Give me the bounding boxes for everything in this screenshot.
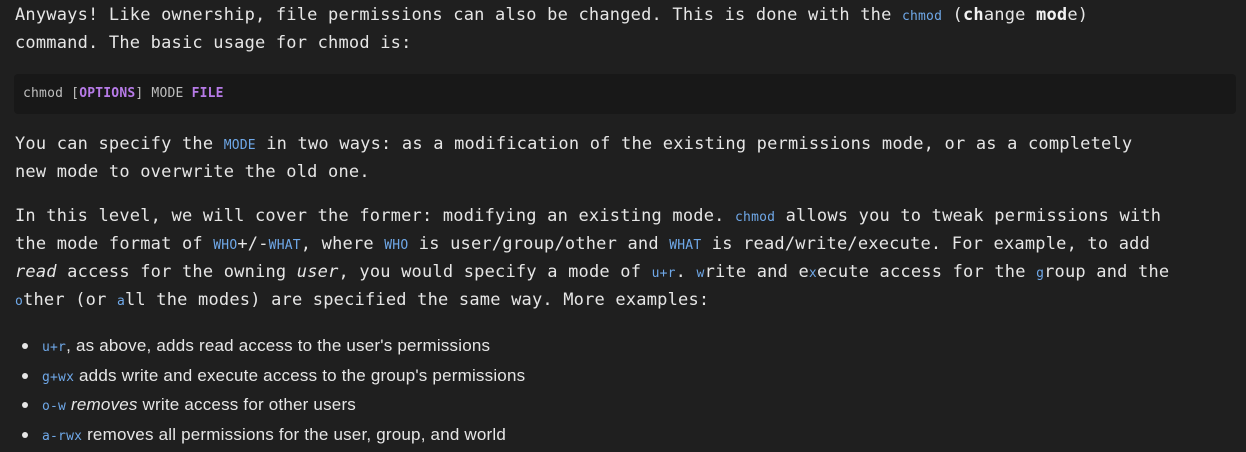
text: ll the modes) are specified the same way… [124,290,710,310]
italic-text: user [296,262,339,282]
text: removes all permissions for the user, gr… [82,424,507,444]
text: the mode format of [15,234,214,254]
inline-code: g+wx [42,369,75,385]
inline-code: u+r [42,340,67,355]
text: Anyways! Like ownership, file permission… [15,5,902,25]
inline-code: WHAT [669,238,702,253]
text: You can specify the [15,134,224,154]
examples-list: u+r, as above, adds read access to the u… [15,332,1236,450]
text: ange [983,5,1037,25]
text: access for the owning [56,262,297,282]
code-keyword: FILE [191,86,224,101]
paragraph-mode: You can specify the MODE in two ways: as… [15,131,1236,186]
inline-code: o-w [42,399,67,414]
italic-text: read [15,262,57,282]
text: , you would specify a mode of [338,262,652,282]
italic-text: removes [71,395,138,414]
inline-code: g [1036,266,1045,281]
text: is read/write/execute. For example, to a… [701,234,1151,254]
text: in two ways: as a modification of the ex… [255,134,1133,154]
text: new mode to overwrite the old one. [15,162,370,182]
inline-code: a [116,294,125,309]
list-item: g+wx adds write and execute access to th… [22,362,1236,392]
text: adds write and execute access to the gro… [74,365,526,385]
inline-code: WHAT [268,238,301,253]
inline-code: x [808,266,817,281]
text: In this level, we will cover the former:… [15,206,736,226]
inline-code: WHO [384,238,409,253]
inline-code: o [15,294,24,309]
paragraph-modify: In this level, we will cover the former:… [15,203,1236,315]
lesson-content: Anyways! Like ownership, file permission… [0,0,1246,450]
code-text: ] MODE [135,86,192,101]
text: command. The basic usage for chmod is: [15,33,412,53]
bold-text: ch [962,5,984,25]
text: , where [300,234,385,254]
text: write access for other users [137,395,356,414]
text: rite and e [704,262,809,282]
text: , as above, adds read access to the user… [66,336,491,355]
text: ecute access for the [816,262,1037,282]
code-block: chmod [OPTIONS] MODE FILE [14,74,1236,114]
code-text: chmod [ [23,86,80,101]
text: ( [942,5,963,25]
text: e) [1067,5,1089,25]
code-keyword: OPTIONS [79,86,136,101]
inline-code: u+r [651,266,676,281]
bold-text: mod [1036,5,1068,25]
text: allows you to tweak permissions with [775,206,1162,226]
inline-code: chmod [901,9,943,24]
inline-code: chmod [735,210,776,225]
list-item: u+r, as above, adds read access to the u… [22,332,1236,362]
text: ther (or [23,290,117,310]
text: +/- [237,234,269,254]
text: roup and the [1044,262,1170,282]
list-item: a-rwx removes all permissions for the us… [22,421,1236,451]
inline-code: w [696,266,705,281]
inline-code: a-rwx [42,428,83,444]
inline-code: WHO [213,238,238,253]
text: . [675,262,697,282]
inline-code: MODE [223,138,256,153]
text: is user/group/other and [408,234,670,254]
paragraph-chmod-intro: Anyways! Like ownership, file permission… [15,2,1236,57]
list-item: o-w removes write access for other users [22,391,1236,421]
